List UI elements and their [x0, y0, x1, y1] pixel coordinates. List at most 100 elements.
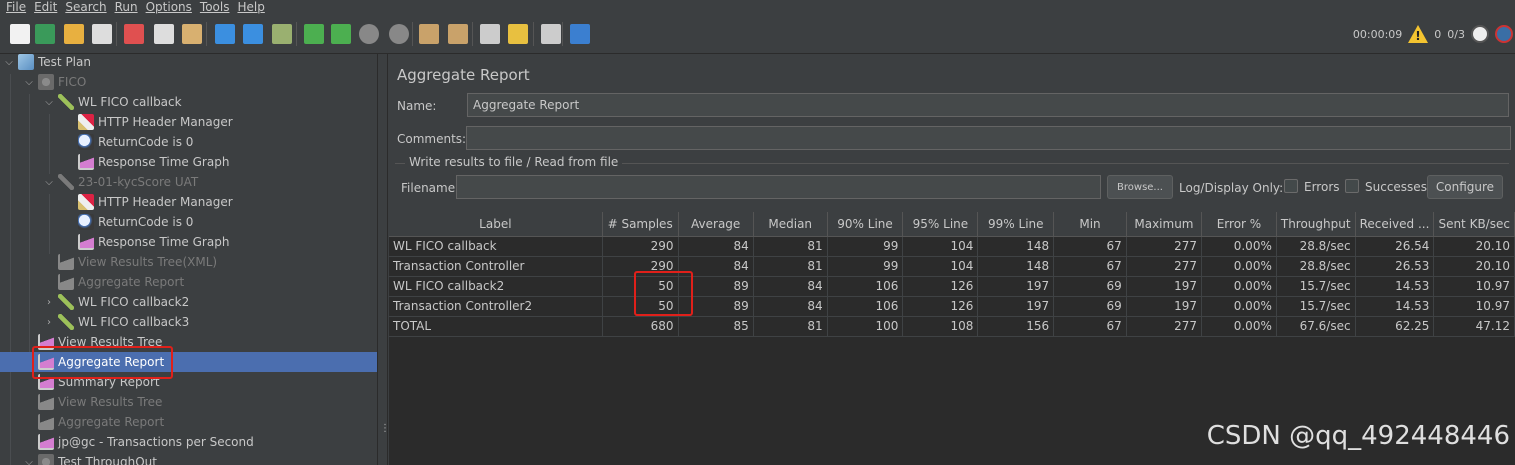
- table-cell: 67: [1053, 316, 1127, 337]
- column-header[interactable]: 95% Line: [902, 212, 979, 237]
- expand-arrow-icon[interactable]: ⌵: [44, 177, 54, 188]
- table-cell: 0.00%: [1201, 276, 1277, 297]
- clear-icon[interactable]: [419, 24, 439, 44]
- tree-item[interactable]: Response Time Graph: [64, 232, 229, 252]
- column-header[interactable]: Throughput: [1276, 212, 1356, 237]
- tree-item[interactable]: › WL FICO callback2: [44, 292, 189, 312]
- tree-item[interactable]: ⌵ 23-01-kycScore UAT: [44, 172, 198, 192]
- table-cell: 100: [827, 316, 904, 337]
- tree-item[interactable]: ⌵ Test ThroughOut: [24, 452, 157, 465]
- table-row[interactable]: WL FICO callback2 50 89 84 106 126 197 69 197 0.0…: [389, 276, 1515, 297]
- expand-arrow-icon[interactable]: ⌵: [44, 97, 54, 108]
- menu-help[interactable]: Help: [237, 0, 264, 14]
- tree-item[interactable]: ReturnCode is 0: [64, 212, 193, 232]
- tree-item[interactable]: View Results Tree(XML): [44, 252, 217, 272]
- table-cell: 0.00%: [1201, 236, 1277, 257]
- tree-item-label: WL FICO callback: [78, 95, 182, 109]
- column-header[interactable]: Label: [389, 212, 603, 237]
- table-cell: 20.10: [1433, 256, 1515, 277]
- column-header[interactable]: 90% Line: [827, 212, 904, 237]
- remote-status-icon[interactable]: [1471, 25, 1489, 43]
- column-header[interactable]: # Samples: [602, 212, 679, 237]
- expand-icon[interactable]: [215, 24, 235, 44]
- column-header[interactable]: Error %: [1201, 212, 1277, 237]
- menu-search[interactable]: Search: [65, 0, 106, 14]
- table-cell: 14.53: [1355, 276, 1435, 297]
- start-icon[interactable]: [304, 24, 324, 44]
- search-icon[interactable]: [480, 24, 500, 44]
- stop-icon[interactable]: [359, 24, 379, 44]
- table-row[interactable]: Transaction Controller2 50 89 84 106 126 197 69…: [389, 296, 1515, 317]
- tree-item[interactable]: Aggregate Report: [44, 272, 184, 292]
- tree-item[interactable]: › WL FICO callback3: [44, 312, 189, 332]
- menu-edit[interactable]: Edit: [34, 0, 57, 14]
- new-icon[interactable]: [10, 24, 30, 44]
- tree-item[interactable]: jp@gc - Transactions per Second: [24, 432, 254, 452]
- warning-icon[interactable]: [1408, 25, 1429, 43]
- menu-bar: File Edit Search Run Options Tools Help: [0, 0, 1515, 14]
- tree-item[interactable]: View Results Tree: [24, 392, 162, 412]
- column-header[interactable]: Min: [1053, 212, 1127, 237]
- browse-button[interactable]: Browse...: [1107, 175, 1173, 199]
- table-row[interactable]: Transaction Controller 290 84 81 99 104 148 67 2…: [389, 256, 1515, 277]
- table-cell: 290: [602, 236, 679, 257]
- expand-arrow-icon[interactable]: ⌵: [4, 57, 14, 68]
- column-header[interactable]: Sent KB/sec: [1433, 212, 1515, 237]
- menu-tools[interactable]: Tools: [200, 0, 230, 14]
- expand-arrow-icon[interactable]: ›: [44, 317, 54, 328]
- tree-item[interactable]: Response Time Graph: [64, 152, 229, 172]
- table-cell: 277: [1126, 236, 1203, 257]
- save-icon[interactable]: [92, 24, 112, 44]
- column-header[interactable]: Received ...: [1355, 212, 1435, 237]
- shutdown-icon[interactable]: [389, 24, 409, 44]
- errors-checkbox[interactable]: [1284, 179, 1298, 193]
- open-icon[interactable]: [64, 24, 84, 44]
- templates-icon[interactable]: [35, 24, 55, 44]
- tree-item[interactable]: ⌵ FICO: [24, 72, 86, 92]
- expand-arrow-icon[interactable]: ›: [44, 297, 54, 308]
- function-helper-icon[interactable]: [541, 24, 561, 44]
- configure-button[interactable]: Configure: [1427, 175, 1503, 199]
- table-cell: 81: [753, 236, 828, 257]
- copy-icon[interactable]: [154, 24, 174, 44]
- table-row[interactable]: TOTAL 680 85 81 100 108 156 67 277 0.00% 67.6/sec 6…: [389, 316, 1515, 337]
- lens-icon: [78, 214, 94, 230]
- menu-options[interactable]: Options: [146, 0, 192, 14]
- table-row[interactable]: WL FICO callback 290 84 81 99 104 148 67 277 0.00…: [389, 236, 1515, 257]
- table-cell: 99: [827, 236, 904, 257]
- column-header[interactable]: 99% Line: [977, 212, 1055, 237]
- help-icon[interactable]: [570, 24, 590, 44]
- tree-item[interactable]: HTTP Header Manager: [64, 192, 233, 212]
- successes-checkbox[interactable]: [1345, 179, 1359, 193]
- errors-label: Errors: [1304, 180, 1340, 194]
- paste-icon[interactable]: [182, 24, 202, 44]
- column-header[interactable]: Maximum: [1126, 212, 1203, 237]
- table-cell: 126: [902, 296, 979, 317]
- column-header[interactable]: Average: [678, 212, 754, 237]
- table-cell: 20.10: [1433, 236, 1515, 257]
- tree-item[interactable]: ReturnCode is 0: [64, 132, 193, 152]
- expand-arrow-icon[interactable]: ⌵: [24, 77, 34, 88]
- start-no-pause-icon[interactable]: [331, 24, 351, 44]
- menu-run[interactable]: Run: [115, 0, 138, 14]
- expand-arrow-icon[interactable]: ⌵: [24, 457, 34, 465]
- tools-icon: [78, 194, 94, 210]
- reset-search-icon[interactable]: [508, 24, 528, 44]
- toolbar-separator: [533, 22, 534, 46]
- name-field[interactable]: [467, 93, 1509, 117]
- tree-item[interactable]: ⌵ Test Plan: [4, 54, 91, 72]
- tree-item[interactable]: ⌵ WL FICO callback: [44, 92, 182, 112]
- clear-all-icon[interactable]: [448, 24, 468, 44]
- comments-field[interactable]: [466, 126, 1511, 150]
- split-pane-divider[interactable]: ⋮: [378, 54, 390, 465]
- cut-icon[interactable]: [124, 24, 144, 44]
- tree-item[interactable]: HTTP Header Manager: [64, 112, 233, 132]
- collapse-icon[interactable]: [243, 24, 263, 44]
- column-header[interactable]: Median: [753, 212, 828, 237]
- table-cell: 99: [827, 256, 904, 277]
- filename-field[interactable]: [456, 175, 1101, 199]
- tree-item[interactable]: Aggregate Report: [24, 412, 164, 432]
- graph-icon: [38, 414, 54, 430]
- menu-file[interactable]: File: [6, 0, 26, 14]
- toggle-icon[interactable]: [272, 24, 292, 44]
